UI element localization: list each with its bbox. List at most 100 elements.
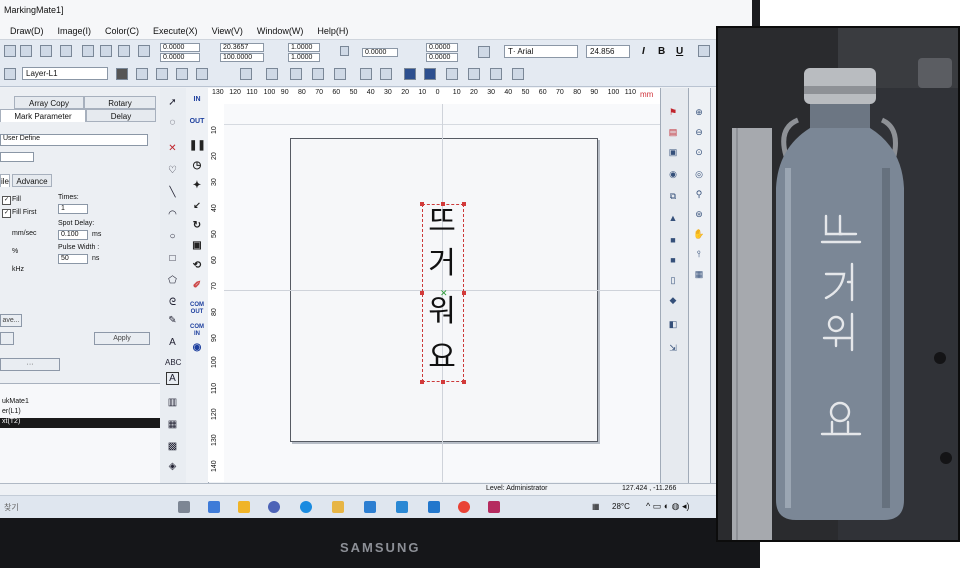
tab-mode[interactable]: ile	[0, 174, 10, 187]
text-char[interactable]: 워	[424, 294, 460, 330]
app-icon[interactable]	[396, 501, 408, 513]
lock-icon[interactable]	[340, 46, 349, 56]
rectangle-icon[interactable]: □	[165, 252, 180, 266]
color-swatch-icon[interactable]	[116, 68, 128, 80]
align-bottom-icon[interactable]	[424, 68, 436, 80]
align-left-icon[interactable]	[360, 68, 372, 80]
tab-array-copy[interactable]: Array Copy	[14, 96, 84, 109]
ungroup-icon[interactable]	[266, 68, 278, 80]
zoom-icon[interactable]: ⚲	[693, 188, 705, 200]
times-input[interactable]: 1	[58, 204, 88, 214]
text-box-icon[interactable]: A	[166, 372, 179, 385]
width-field[interactable]: 20.3657	[220, 43, 264, 52]
apply-button[interactable]: Apply	[94, 332, 150, 345]
list-icon[interactable]	[468, 68, 480, 80]
arc-icon[interactable]: ◠	[165, 208, 180, 222]
tray-icons[interactable]: ^ ▭ ◐ ◍ ◂)	[646, 501, 690, 512]
selection-handle[interactable]	[441, 380, 445, 384]
align-top-icon[interactable]	[404, 68, 416, 80]
shapes-icon[interactable]: ▲	[667, 212, 679, 224]
gear-icon[interactable]	[478, 46, 490, 58]
page-icon[interactable]: ▣	[667, 146, 679, 158]
pulse-width-select[interactable]: 50	[58, 254, 88, 264]
zoom-in-icon[interactable]: ⊕	[693, 106, 705, 118]
y-position-field[interactable]: 0.0000	[160, 53, 200, 62]
undo-icon[interactable]	[20, 45, 32, 57]
bold-button[interactable]: B	[658, 46, 665, 57]
underline-button[interactable]: U	[676, 46, 683, 57]
split-icon[interactable]	[312, 68, 324, 80]
barcode-icon[interactable]: ▥	[165, 396, 180, 410]
scale-x-field[interactable]: 1.0000	[288, 43, 320, 52]
edge-icon[interactable]	[300, 501, 312, 513]
node-edit-icon[interactable]: ◌	[165, 116, 180, 130]
offset-x-field[interactable]: 0.0000	[426, 43, 458, 52]
gear-icon[interactable]	[446, 68, 458, 80]
scale-y-field[interactable]: 1.0000	[288, 53, 320, 62]
paste-icon[interactable]	[118, 45, 130, 57]
parameter-preset-select[interactable]: User Define	[0, 134, 148, 146]
selection-handle[interactable]	[462, 291, 466, 295]
markingmate-icon[interactable]	[488, 501, 500, 513]
tab-rotary[interactable]: Rotary	[84, 96, 156, 109]
loop-icon[interactable]: ↻	[189, 221, 205, 236]
tab-advance[interactable]: Advance	[12, 174, 52, 187]
menu-color[interactable]: Color(C)	[105, 26, 139, 36]
pointer-icon[interactable]: ➚	[165, 96, 180, 110]
selection-handle[interactable]	[420, 380, 424, 384]
tree-item-layer[interactable]: er(L1)	[2, 408, 21, 415]
input-port-icon[interactable]: IN	[189, 96, 205, 110]
timer-icon[interactable]: ◷	[189, 161, 205, 176]
selection-handle[interactable]	[462, 202, 466, 206]
selection-handle[interactable]	[462, 380, 466, 384]
rotate-axis-icon[interactable]: ⟲	[189, 261, 205, 276]
matrix-icon[interactable]: ▩	[165, 440, 180, 454]
align-center-icon[interactable]	[380, 68, 392, 80]
qrcode-icon[interactable]: ▦	[165, 418, 180, 432]
polygon-icon[interactable]: ⬠	[165, 274, 180, 288]
layers-icon[interactable]: ◧	[667, 318, 679, 330]
frame-icon[interactable]	[196, 68, 208, 80]
text-align-icon[interactable]	[698, 45, 710, 57]
menu-execute[interactable]: Execute(X)	[153, 26, 198, 36]
motion-icon[interactable]: ▣	[189, 241, 205, 256]
browser-icon[interactable]	[268, 501, 280, 513]
output-port-icon[interactable]: OUT	[189, 118, 205, 132]
zoom-select-icon[interactable]: ⊛	[693, 208, 705, 220]
zoom-fit-icon[interactable]: ⊙	[693, 146, 705, 158]
com-out-icon[interactable]: COM OUT	[189, 302, 205, 316]
font-size-field[interactable]: 24.856	[586, 45, 630, 58]
menu-view[interactable]: View(V)	[212, 26, 243, 36]
italic-button[interactable]: I	[642, 46, 645, 57]
search-box[interactable]: 찾기	[4, 502, 19, 513]
arc-text-icon[interactable]: ABC	[165, 356, 181, 370]
target-icon[interactable]	[490, 68, 502, 80]
tree-item-file[interactable]: ukMate1	[2, 398, 29, 405]
zoom-page-icon[interactable]: ◎	[693, 168, 705, 180]
tab-delay[interactable]: Delay	[86, 109, 156, 122]
text-char[interactable]: 뜨	[424, 204, 460, 240]
load-parameter-button[interactable]	[0, 332, 14, 345]
height-field[interactable]: 100.0000	[220, 53, 264, 62]
delete-icon[interactable]: ✕	[165, 142, 180, 156]
text-char[interactable]: 거	[424, 246, 460, 282]
disabled-button[interactable]: ···	[0, 358, 60, 371]
offset-y-field[interactable]: 0.0000	[426, 53, 458, 62]
hand-icon[interactable]: ✋	[693, 228, 705, 240]
x-position-field[interactable]: 0.0000	[160, 43, 200, 52]
cut-icon[interactable]	[82, 45, 94, 57]
grid-icon[interactable]	[512, 68, 524, 80]
export-object-icon[interactable]: ⇲	[667, 342, 679, 354]
image-icon[interactable]: ◈	[165, 460, 180, 474]
store-icon[interactable]	[208, 501, 220, 513]
pen-select[interactable]	[0, 152, 34, 162]
files-icon[interactable]	[238, 501, 250, 513]
layer-icon[interactable]	[4, 68, 16, 80]
menu-image[interactable]: Image(I)	[58, 26, 92, 36]
brush-icon[interactable]	[156, 68, 168, 80]
spot-delay-input[interactable]: 0.100	[58, 230, 88, 240]
task-view-icon[interactable]	[178, 501, 190, 513]
line-icon[interactable]: ╲	[165, 186, 180, 200]
menu-draw[interactable]: Draw(D)	[10, 26, 44, 36]
com-in-icon[interactable]: COM IN	[189, 324, 205, 338]
